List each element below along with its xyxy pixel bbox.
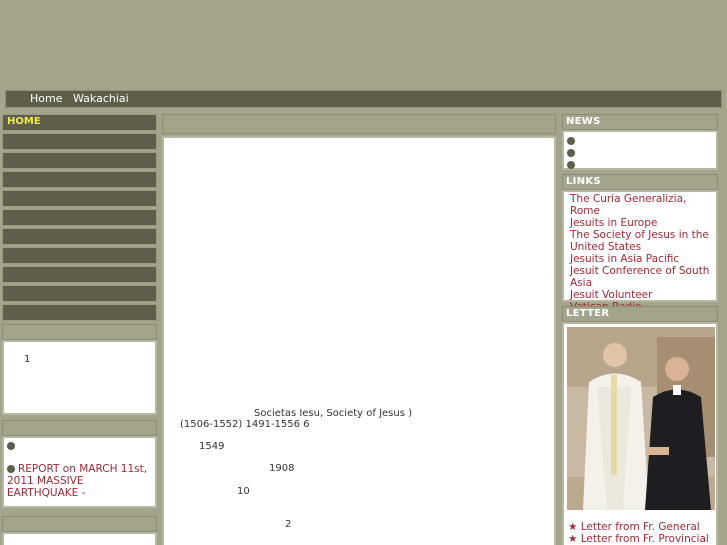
link-jesuits-europe[interactable]: Jesuits in Europe [566,217,714,229]
bullet-icon [7,440,18,452]
nav-wakachiai-link[interactable]: Wakachiai [73,92,129,105]
site-header [0,0,727,90]
content-line: Societas Iesu, Society of Jesus ) [254,408,413,419]
content-line: 2 [285,519,292,530]
link-society-us[interactable]: The Society of Jesus in the United State… [566,229,714,253]
letter-title: LETTER [566,308,610,319]
bullet-icon [7,465,15,473]
news-bullet-icon [567,135,578,147]
links-title: LINKS [566,176,601,187]
letter-list: ★ Letter from Fr. General ★ Letter from … [566,521,716,545]
letter-general-link[interactable]: Letter from Fr. General [581,521,700,533]
sidebar-item[interactable] [2,171,157,188]
content-header [162,114,556,134]
link-south-asia[interactable]: Jesuit Conference of South Asia [566,265,714,289]
star-icon: ★ [568,533,578,545]
star-icon: ★ [568,521,578,533]
sidebar-item[interactable] [2,133,157,150]
report-panel: REPORT on MARCH 11st, 2011 MASSIVE EARTH… [2,436,157,508]
news-title: NEWS [566,116,601,127]
main-content: Societas Iesu, Society of Jesus ) (1506-… [162,136,556,545]
sidebar-item[interactable] [2,304,157,321]
sidebar-item[interactable] [2,266,157,283]
content-line: 1908 [269,463,295,474]
panel-header [2,324,157,340]
letter-item[interactable]: ★ Letter from Fr. Provincial [566,533,716,545]
letter-photo [567,327,715,510]
sidebar-item[interactable] [2,190,157,207]
news-bullet-icon [567,147,578,159]
sidebar-item[interactable] [2,209,157,226]
sidebar-item-home[interactable]: HOME [2,114,157,131]
info-panel: 1 [2,340,157,415]
panel-header [2,420,157,436]
report-item[interactable]: REPORT on MARCH 11st, 2011 MASSIVE EARTH… [7,463,153,499]
content-line: (1506-1552) 1491-1556 6 [180,419,310,430]
content-line: 10 [237,486,250,497]
panel-header [2,516,157,532]
panel-text: 1 [24,354,31,365]
sidebar-item[interactable] [2,228,157,245]
sidebar-item[interactable] [2,152,157,169]
nav-home-link[interactable]: Home [30,92,62,105]
top-navigation: Home Wakachiai [5,90,722,108]
links-panel: The Curia Generalizia, Rome Jesuits in E… [562,190,718,313]
link-asia-pacific[interactable]: Jesuits in Asia Pacific [566,253,714,265]
sidebar-item[interactable] [2,247,157,264]
letter-item[interactable]: ★ Letter from Fr. General [566,521,716,533]
sidebar-home-label: HOME [7,116,41,127]
content-line: 1549 [199,441,225,452]
news-bullet-icon [567,159,578,171]
links-header: LINKS [562,174,718,190]
sidebar-item[interactable] [2,285,157,302]
news-panel [562,130,718,170]
news-header: NEWS [562,114,718,130]
letter-header: LETTER [562,306,718,322]
link-curia[interactable]: The Curia Generalizia, Rome [566,193,714,217]
link-volunteer[interactable]: Jesuit Volunteer [566,289,714,301]
letter-panel: ★ Letter from Fr. General ★ Letter from … [562,322,718,545]
panel-box [2,532,157,545]
report-link[interactable]: REPORT on MARCH 11st, 2011 MASSIVE EARTH… [7,463,147,499]
letter-provincial-link[interactable]: Letter from Fr. Provincial [581,533,709,545]
